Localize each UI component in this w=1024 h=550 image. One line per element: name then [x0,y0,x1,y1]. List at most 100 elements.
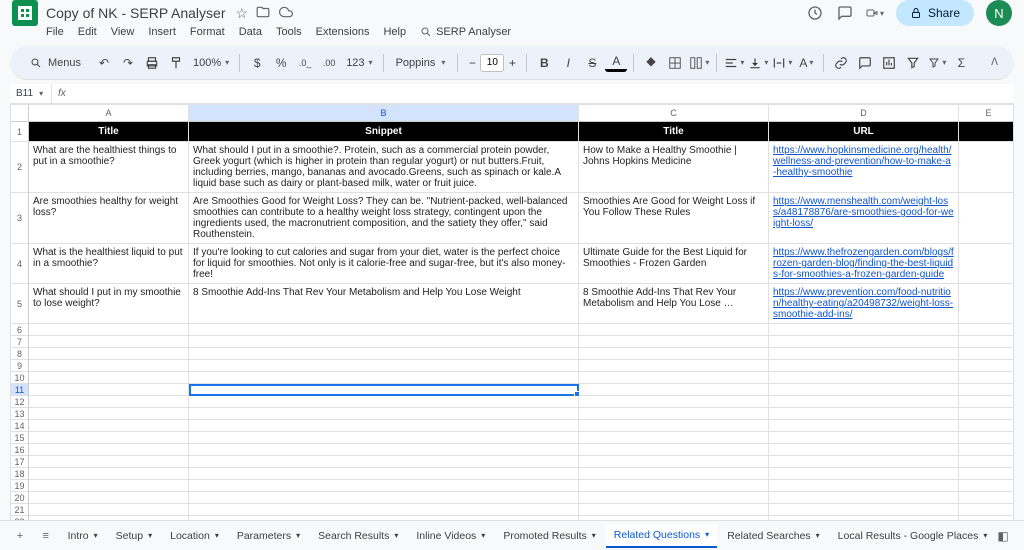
row-header[interactable]: 9 [11,360,29,372]
row-header[interactable]: 16 [11,444,29,456]
insert-comment-button[interactable] [854,52,876,74]
column-header[interactable]: D [769,105,959,122]
row-header[interactable]: 4 [11,244,29,284]
fill-color-button[interactable] [640,52,662,74]
cell[interactable] [959,468,1014,480]
cell[interactable]: If you're looking to cut calories and su… [189,244,579,284]
increase-decimal-button[interactable]: .00 [318,52,340,74]
sheet-tab[interactable]: Related Questions▾ [606,524,717,548]
cell[interactable] [29,408,189,420]
cell[interactable] [579,324,769,336]
cell[interactable] [29,480,189,492]
cell[interactable] [189,432,579,444]
table-header-cell[interactable] [959,122,1014,142]
row-header[interactable]: 6 [11,324,29,336]
cell[interactable] [769,456,959,468]
sheets-logo[interactable] [12,0,38,26]
cell[interactable] [29,420,189,432]
bold-button[interactable]: B [533,52,555,74]
cell[interactable] [959,396,1014,408]
row-header[interactable]: 3 [11,193,29,244]
cell[interactable]: What should I put in my smoothie to lose… [29,284,189,324]
cell[interactable] [579,504,769,516]
cell[interactable] [29,492,189,504]
cell[interactable] [769,360,959,372]
table-header-cell[interactable]: Title [579,122,769,142]
cell[interactable] [769,396,959,408]
cell[interactable] [579,408,769,420]
cell[interactable] [959,384,1014,396]
decrease-font-size-button[interactable]: − [464,54,480,72]
functions-button[interactable]: Σ [950,52,972,74]
cell[interactable] [769,348,959,360]
cell[interactable] [189,384,579,396]
cell[interactable] [959,142,1014,193]
cell[interactable]: https://www.prevention.com/food-nutritio… [769,284,959,324]
row-header[interactable]: 15 [11,432,29,444]
cell[interactable] [189,492,579,504]
cell[interactable]: What are the healthiest things to put in… [29,142,189,193]
cell[interactable] [189,504,579,516]
cell[interactable] [959,444,1014,456]
cell[interactable] [769,432,959,444]
sheet-tab[interactable]: Related Searches▾ [719,524,827,548]
strikethrough-button[interactable]: S [581,52,603,74]
spreadsheet-grid[interactable]: ABCDE1TitleSnippetTitleURL2What are the … [10,104,1014,524]
cell[interactable]: 8 Smoothie Add-Ins That Rev Your Metabol… [189,284,579,324]
cell[interactable] [769,408,959,420]
cell[interactable] [769,420,959,432]
cell[interactable] [579,348,769,360]
cell[interactable] [959,244,1014,284]
cell[interactable] [189,336,579,348]
undo-button[interactable]: ↶ [93,52,115,74]
row-header[interactable]: 17 [11,456,29,468]
cell[interactable] [579,396,769,408]
cell[interactable] [959,432,1014,444]
cell[interactable] [189,360,579,372]
sheet-tab[interactable]: Setup▾ [108,524,160,548]
horizontal-align-button[interactable]: ▾ [723,52,745,74]
cell[interactable]: Ultimate Guide for the Best Liquid for S… [579,244,769,284]
borders-button[interactable] [664,52,686,74]
history-icon[interactable] [806,4,824,22]
cell[interactable] [579,420,769,432]
row-header[interactable]: 19 [11,480,29,492]
paint-format-button[interactable] [165,52,187,74]
move-icon[interactable] [256,5,270,22]
sheet-tab[interactable]: Location▾ [162,524,227,548]
cell[interactable] [959,456,1014,468]
cell[interactable]: 8 Smoothie Add-Ins That Rev Your Metabol… [579,284,769,324]
cell[interactable]: https://www.menshealth.com/weight-loss/a… [769,193,959,244]
cell[interactable]: What is the healthiest liquid to put in … [29,244,189,284]
sheet-tab[interactable]: Parameters▾ [229,524,308,548]
cell[interactable]: Smoothies Are Good for Weight Loss if Yo… [579,193,769,244]
search-menus[interactable]: Menus [20,53,91,73]
cell[interactable] [29,444,189,456]
row-header[interactable]: 18 [11,468,29,480]
text-wrap-button[interactable]: ▾ [771,52,793,74]
cell[interactable] [189,468,579,480]
cell[interactable] [189,324,579,336]
add-sheet-button[interactable]: + [8,524,32,548]
font-size-input[interactable] [480,54,504,72]
cell[interactable] [29,396,189,408]
format-currency-button[interactable]: $ [246,52,268,74]
sheet-tab[interactable]: Inline Videos▾ [408,524,493,548]
star-icon[interactable]: ☆ [235,5,248,22]
cell[interactable] [959,420,1014,432]
italic-button[interactable]: I [557,52,579,74]
text-color-button[interactable]: A [605,54,627,72]
cell[interactable]: How to Make a Healthy Smoothie | Johns H… [579,142,769,193]
cell[interactable] [29,456,189,468]
cell[interactable] [579,444,769,456]
sheet-tab[interactable]: Search Results▾ [310,524,406,548]
cell[interactable] [959,372,1014,384]
cell[interactable] [189,348,579,360]
column-header[interactable]: E [959,105,1014,122]
addon-serp-analyser[interactable]: SERP Analyser [420,26,511,38]
cell[interactable] [769,444,959,456]
cell[interactable] [29,324,189,336]
print-button[interactable] [141,52,163,74]
name-box[interactable]: B11▾ [10,84,52,103]
row-header[interactable]: 20 [11,492,29,504]
